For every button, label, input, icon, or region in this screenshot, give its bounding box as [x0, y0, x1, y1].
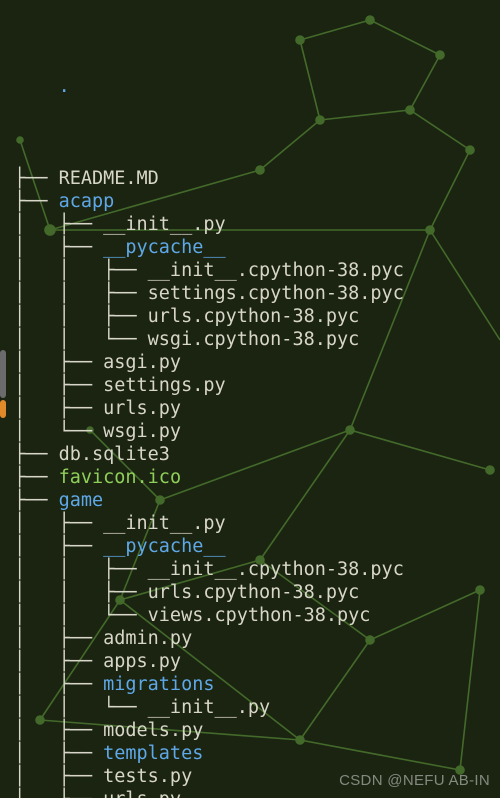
tree-row: │ ├── __pycache__ [14, 236, 500, 259]
tree-branch-icon: │ ├── [14, 628, 103, 649]
tree-row: │ │ └── __init__.py [14, 696, 500, 719]
tree-row: │ │ └── wsgi.cpython-38.pyc [14, 328, 500, 351]
tree-row: │ ├── __init__.py [14, 512, 500, 535]
tree-row: │ │ ├── urls.cpython-38.pyc [14, 305, 500, 328]
tree-branch-icon: │ │ ├── [14, 559, 148, 580]
tree-row: │ ├── templates [14, 742, 500, 765]
file-db[interactable]: db.sqlite3 [59, 444, 170, 465]
file-game-migrations-init[interactable]: __init__.py [148, 697, 271, 718]
dir-game-migrations[interactable]: migrations [103, 674, 214, 695]
file-acapp-pyc-urls[interactable]: urls.cpython-38.pyc [148, 306, 360, 327]
tree-branch-icon: │ ├── [14, 651, 103, 672]
tree-row: │ ├── apps.py [14, 650, 500, 673]
scrollbar-thumb[interactable] [0, 350, 6, 398]
file-game-urls[interactable]: urls.py [103, 789, 181, 798]
tree-branch-icon: │ │ ├── [14, 582, 148, 603]
file-acapp-urls[interactable]: urls.py [103, 398, 181, 419]
tree-row: │ ├── settings.py [14, 374, 500, 397]
tree-branch-icon: │ ├── [14, 513, 103, 534]
dir-game-templates[interactable]: templates [103, 743, 203, 764]
tree-branch-icon: ├── [14, 467, 59, 488]
scrollbar-marker[interactable] [0, 400, 6, 418]
tree-row: │ │ ├── __init__.cpython-38.pyc [14, 259, 500, 282]
tree-branch-icon: │ ├── [14, 237, 103, 258]
tree-row: ├── acapp [14, 190, 500, 213]
tree-branch-icon: │ ├── [14, 398, 103, 419]
tree-row: │ ├── admin.py [14, 627, 500, 650]
tree-row: │ │ └── views.cpython-38.pyc [14, 604, 500, 627]
tree-root: . [14, 52, 500, 121]
tree-branch-icon: │ │ └── [14, 329, 148, 350]
dir-game[interactable]: game [59, 490, 104, 511]
tree-branch-icon: │ │ ├── [14, 260, 148, 281]
tree-branch-icon: │ └── [14, 421, 103, 442]
tree-branch-icon: │ ├── [14, 375, 103, 396]
dir-acapp[interactable]: acapp [59, 191, 115, 212]
file-acapp-init[interactable]: __init__.py [103, 214, 226, 235]
tree-branch-icon: │ │ └── [14, 697, 148, 718]
tree-row: │ │ ├── settings.cpython-38.pyc [14, 282, 500, 305]
file-acapp-asgi[interactable]: asgi.py [103, 352, 181, 373]
tree-branch-icon: │ │ └── [14, 605, 148, 626]
tree-row: │ ├── __init__.py [14, 213, 500, 236]
tree-branch-icon: │ ├── [14, 720, 103, 741]
tree-branch-icon: ├── [14, 444, 59, 465]
tree-row: ├── README.MD [14, 167, 500, 190]
directory-tree: . ├── README.MD├── acapp│ ├── __init__.p… [0, 0, 500, 798]
file-acapp-pyc-settings[interactable]: settings.cpython-38.pyc [148, 283, 404, 304]
file-game-pyc-urls[interactable]: urls.cpython-38.pyc [148, 582, 360, 603]
watermark-text: CSDN @NEFU AB-IN [339, 769, 490, 792]
tree-row: ├── game [14, 489, 500, 512]
tree-branch-icon: │ ├── [14, 674, 103, 695]
tree-branch-icon: │ ├── [14, 766, 103, 787]
file-game-tests[interactable]: tests.py [103, 766, 192, 787]
tree-branch-icon: │ ├── [14, 352, 103, 373]
file-acapp-settings[interactable]: settings.py [103, 375, 226, 396]
file-game-pyc-init[interactable]: __init__.cpython-38.pyc [148, 559, 404, 580]
file-game-apps[interactable]: apps.py [103, 651, 181, 672]
tree-branch-icon: ├── [14, 490, 59, 511]
tree-branch-icon: ├── [14, 168, 59, 189]
tree-row: │ ├── urls.py [14, 397, 500, 420]
tree-row: │ ├── migrations [14, 673, 500, 696]
file-favicon[interactable]: favicon.ico [59, 467, 182, 488]
tree-branch-icon: │ ├── [14, 743, 103, 764]
dir-acapp-pycache[interactable]: __pycache__ [103, 237, 226, 258]
tree-row: │ ├── asgi.py [14, 351, 500, 374]
file-acapp-pyc-init[interactable]: __init__.cpython-38.pyc [148, 260, 404, 281]
file-acapp-pyc-wsgi[interactable]: wsgi.cpython-38.pyc [148, 329, 360, 350]
file-game-pyc-views[interactable]: views.cpython-38.pyc [148, 605, 371, 626]
tree-branch-icon: │ │ ├── [14, 306, 148, 327]
file-game-models[interactable]: models.py [103, 720, 203, 741]
tree-branch-icon: │ ├── [14, 789, 103, 798]
tree-branch-icon: │ ├── [14, 214, 103, 235]
dir-game-pycache[interactable]: __pycache__ [103, 536, 226, 557]
tree-row: │ ├── __pycache__ [14, 535, 500, 558]
scrollbar[interactable] [0, 350, 6, 430]
tree-row: │ │ ├── urls.cpython-38.pyc [14, 581, 500, 604]
tree-row: ├── favicon.ico [14, 466, 500, 489]
file-acapp-wsgi[interactable]: wsgi.py [103, 421, 181, 442]
tree-row: │ ├── models.py [14, 719, 500, 742]
root-dot: . [59, 76, 70, 97]
tree-row: │ │ ├── __init__.cpython-38.pyc [14, 558, 500, 581]
tree-row: ├── db.sqlite3 [14, 443, 500, 466]
tree-branch-icon: │ │ ├── [14, 283, 148, 304]
file-game-init[interactable]: __init__.py [103, 513, 226, 534]
tree-branch-icon: │ ├── [14, 536, 103, 557]
tree-row: │ └── wsgi.py [14, 420, 500, 443]
file-game-admin[interactable]: admin.py [103, 628, 192, 649]
file-readme[interactable]: README.MD [59, 168, 159, 189]
tree-branch-icon: ├── [14, 191, 59, 212]
